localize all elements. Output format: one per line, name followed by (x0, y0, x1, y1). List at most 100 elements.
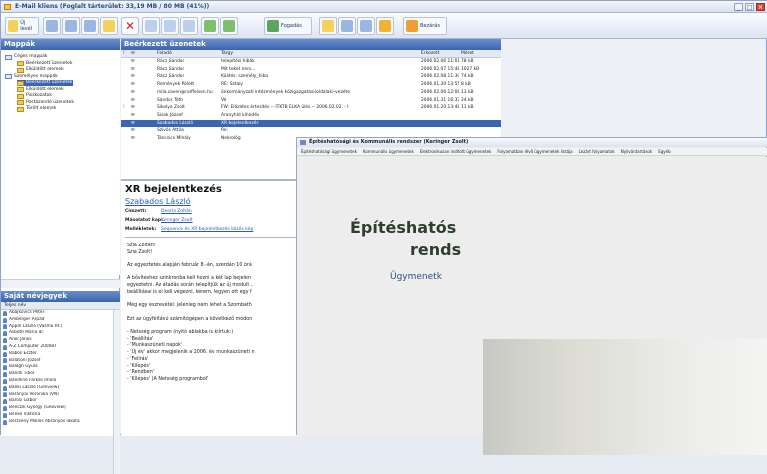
contact-name: Abajkovics Péter (9, 310, 45, 315)
contact-item[interactable]: Benke Viktória (1, 412, 113, 419)
folder-item[interactable]: Postázandó üzenetek (17, 100, 74, 106)
contact-name: A-Z Computer 2000BT (9, 343, 57, 349)
contact-name: Árok János (9, 337, 32, 343)
folder-item[interactable]: Törölt elemek (17, 106, 56, 112)
cc-link[interactable]: Keringer Zsolt (161, 218, 193, 223)
menu-item[interactable]: Építéshatósági ügymenetek (301, 148, 357, 155)
contact-item[interactable]: Baranyai Veronika (VN) (1, 392, 113, 399)
send-receive-button[interactable] (142, 17, 160, 35)
column-header[interactable]: Méret (461, 50, 474, 58)
mail-row[interactable]: ✉ Remények Pólett RE: Sztaly 2006.01.30 13:… (121, 81, 501, 89)
delete-button[interactable]: ✕ (121, 17, 139, 35)
contact-icon (3, 399, 7, 405)
menu-item[interactable]: Kommunális ügymenetek (363, 148, 414, 155)
contact-item[interactable]: Babos Eszter (1, 351, 113, 358)
body-line (127, 310, 301, 317)
menu-item[interactable]: Folyamatban lévő ügymenetek listája (497, 148, 572, 155)
menu-item[interactable]: Lezárt folyamatok (579, 148, 615, 155)
attachment-link[interactable]: Sequence és XR bejelentkezés közös kép (161, 227, 253, 232)
close-button[interactable]: × (756, 3, 765, 11)
mail-row[interactable]: ✉ Szivós Attila Re: (121, 127, 501, 135)
address-book-icon (164, 20, 176, 32)
menu-item[interactable]: Elektronikusan indított ügymenetek (420, 148, 492, 155)
contact-icon (3, 324, 7, 330)
attachment-label: Mellékletek: (125, 227, 157, 232)
tree-horizontal-scrollbar[interactable] (1, 279, 120, 288)
forward-icon (84, 20, 96, 32)
mail-row[interactable]: ✉ mila.saven@raiffeisen.hu önkormányzati i… (121, 89, 501, 97)
contact-item[interactable]: Benczik György (Geoview) (1, 405, 113, 412)
folder-item[interactable]: Személyes mappák (5, 74, 58, 80)
mail-icon: ✉ (131, 82, 135, 88)
forward-button[interactable] (81, 17, 99, 35)
mail-row[interactable]: ✉ Szabados László XR bejelentkezés (121, 119, 501, 128)
folder-item[interactable]: Elküldött elemek (17, 67, 64, 73)
menu-item[interactable]: Nyilvántartások (621, 148, 652, 155)
mail-row[interactable]: ✉ Rácz Sándor Mit teket enni... 2006.02.07 … (121, 66, 501, 74)
mail-row[interactable]: ✉ Sisak József Aranyhíd kihírdés (121, 112, 501, 120)
mail-row[interactable]: ✉ Sándor Tóth Vé 2006.01.31 16:37 24 kB (121, 97, 501, 105)
reply-all-button[interactable] (62, 17, 80, 35)
preview-sender-link[interactable]: Szabados László (125, 197, 191, 206)
contact-item[interactable]: Balatoni József (1, 358, 113, 365)
column-header[interactable]: Érkezett (421, 50, 440, 58)
column-header[interactable]: Feladó (157, 50, 172, 58)
reply-button[interactable] (43, 17, 61, 35)
contact-item[interactable]: Appel László (Vasmű Rt.) (1, 324, 113, 331)
highlight-button[interactable] (376, 17, 394, 35)
mail-row[interactable]: ✉ Rácz Sándor Küldés: személy_hiba 2006.02.… (121, 73, 501, 81)
column-header[interactable]: ! (123, 50, 125, 58)
contact-item[interactable]: Balogh Gyula (1, 364, 113, 371)
options-button[interactable] (220, 17, 238, 35)
mail-row[interactable]: ! ✉ Sikolya Zsolt FW: Előzetes értesítés --… (121, 104, 501, 112)
receive-label: Fogadás (281, 23, 302, 29)
print-button[interactable] (201, 17, 219, 35)
edit-button[interactable] (338, 17, 356, 35)
new-mail-button[interactable]: Új levél (5, 17, 39, 35)
column-header[interactable]: Tárgy (221, 50, 233, 58)
mail-size: 13 kB (461, 89, 474, 95)
contacts-scrollbar[interactable] (113, 310, 120, 474)
menu-item[interactable]: Egyéb (658, 148, 670, 155)
folder-icon (103, 20, 115, 32)
rules-button[interactable] (180, 17, 198, 35)
close-app-label: Bezárás (420, 23, 440, 29)
mail-icon: ✉ (131, 128, 135, 134)
contact-item[interactable]: Berzsény Miklós Ábrányos lakota (1, 419, 113, 426)
folder-label: Elküldött elemek (26, 67, 64, 72)
column-header[interactable]: ✉ (131, 50, 135, 58)
maximize-button[interactable]: □ (745, 3, 754, 11)
body-line: - Netsség program (nyitó ablakba is kiír… (127, 330, 234, 336)
contact-item[interactable]: Asbóth Mária dr. (1, 330, 113, 337)
contact-icon (3, 372, 7, 378)
folder-item[interactable]: Beérkezett üzenetek (17, 80, 73, 86)
minimize-button[interactable]: _ (734, 3, 743, 11)
folder-item[interactable]: Piszkozatok (17, 93, 52, 99)
folder-item[interactable]: Céges mappák (5, 54, 48, 60)
contact-item[interactable]: Bándli Tibor (1, 371, 113, 378)
contact-list: Abajkovics Péter Amberger Árpád Appel Lász… (1, 310, 113, 474)
recipient-link[interactable]: Deorla Zoltán (161, 209, 192, 214)
folder-button[interactable] (100, 17, 118, 35)
contact-item[interactable]: Árok János (1, 337, 113, 344)
mail-icon: ✉ (131, 66, 135, 72)
receive-button[interactable]: Fogadás (264, 17, 312, 35)
contact-name: Balatoni József (9, 357, 41, 363)
delete-icon: ✕ (124, 19, 136, 33)
preview-divider (125, 237, 297, 238)
contact-item[interactable]: Amberger Árpád (1, 317, 113, 324)
address-book-button[interactable] (161, 17, 179, 35)
search-button[interactable] (357, 17, 375, 35)
contact-item[interactable]: Abajkovics Péter (1, 310, 113, 317)
view-button[interactable] (319, 17, 337, 35)
folder-item[interactable]: Beérkezett üzenetek (17, 61, 73, 67)
contacts-column-header[interactable]: Teljes név (1, 302, 120, 310)
contact-item[interactable]: Bánki László (Genview) (1, 385, 113, 392)
mail-row[interactable]: ✉ Rácz Sándor telepítési hibák 2006.02.06 1… (121, 58, 501, 66)
contact-item[interactable]: Bándliné Farkas Imola (1, 378, 113, 385)
close-app-button[interactable]: Bezárás (403, 17, 447, 35)
folder-item[interactable]: Elküldött elemek (17, 87, 64, 93)
contact-item[interactable]: Barosi Gábor (1, 398, 113, 405)
contact-item[interactable]: A-Z Computer 2000BT (1, 344, 113, 351)
folder-icon (17, 100, 24, 105)
